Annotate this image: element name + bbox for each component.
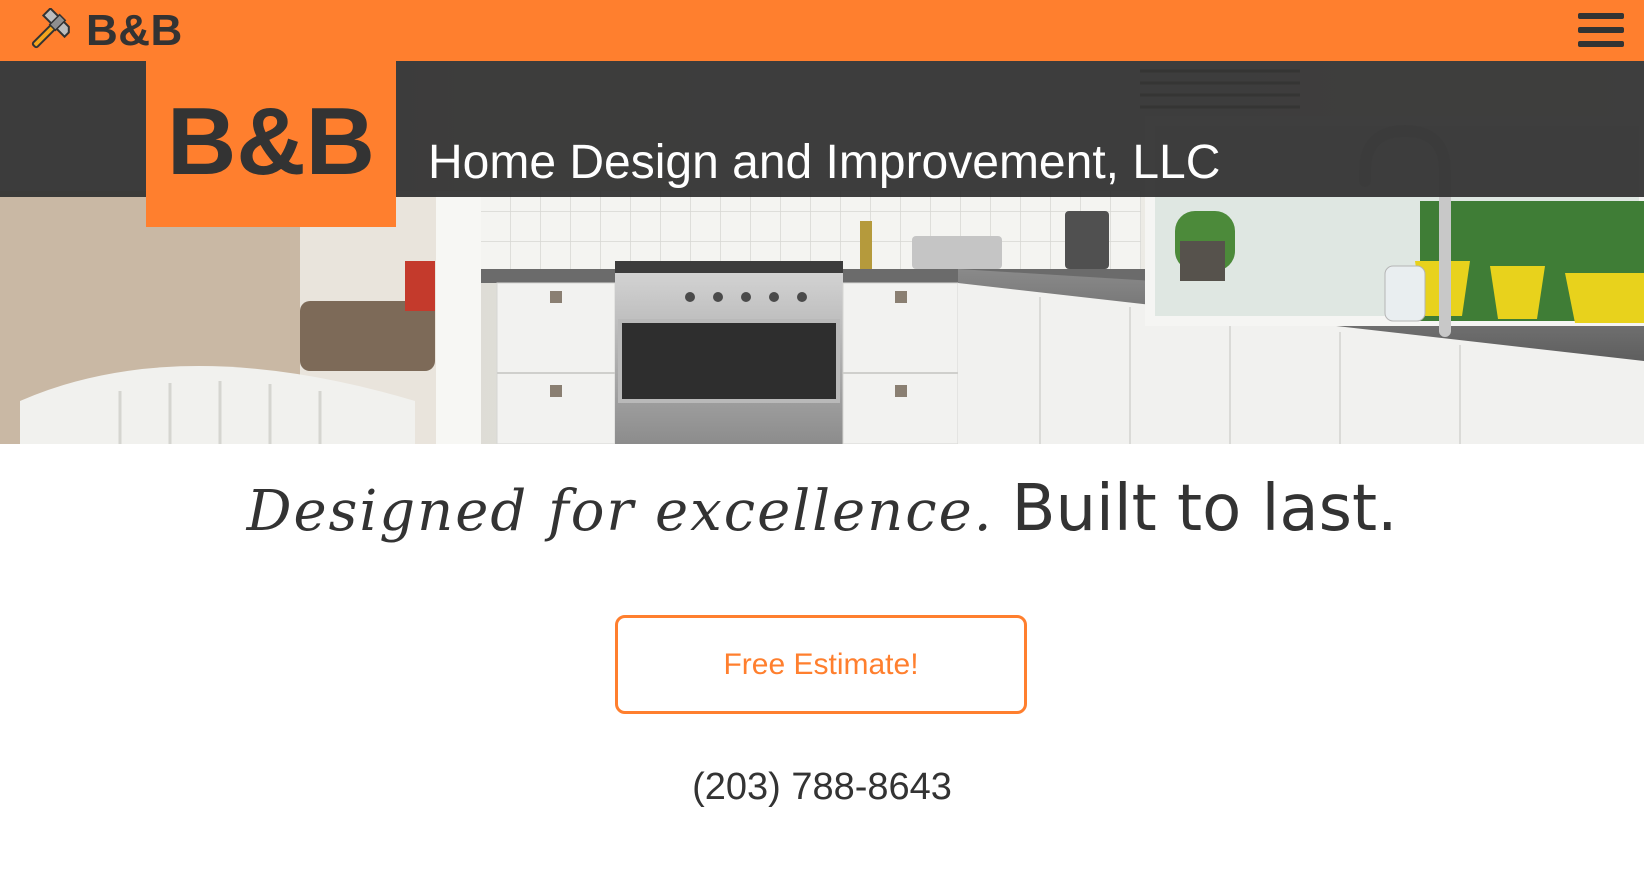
brand-text: B&B (86, 6, 183, 55)
logo-text: B&B (167, 88, 375, 195)
free-estimate-button[interactable]: Free Estimate! (615, 615, 1027, 714)
company-name: Home Design and Improvement, LLC (428, 136, 1221, 189)
menu-bar (1578, 13, 1624, 19)
menu-bar (1578, 41, 1624, 47)
tagline: Designed for excellence. Built to last. (0, 472, 1644, 546)
tagline-bold: Built to last. (1011, 472, 1398, 546)
brand-home-link[interactable]: B&B (26, 6, 183, 56)
hamburger-menu-icon[interactable] (1578, 11, 1624, 49)
menu-bar (1578, 27, 1624, 33)
hero-banner: B&B Home Design and Improvement, LLC (0, 61, 1644, 444)
logo-box: B&B (146, 61, 396, 227)
hammer-icon (31, 8, 70, 49)
phone-link[interactable]: (203) 788-8643 (0, 766, 1644, 809)
tagline-script: Designed for excellence. (246, 479, 994, 544)
top-navbar: B&B (0, 0, 1644, 61)
